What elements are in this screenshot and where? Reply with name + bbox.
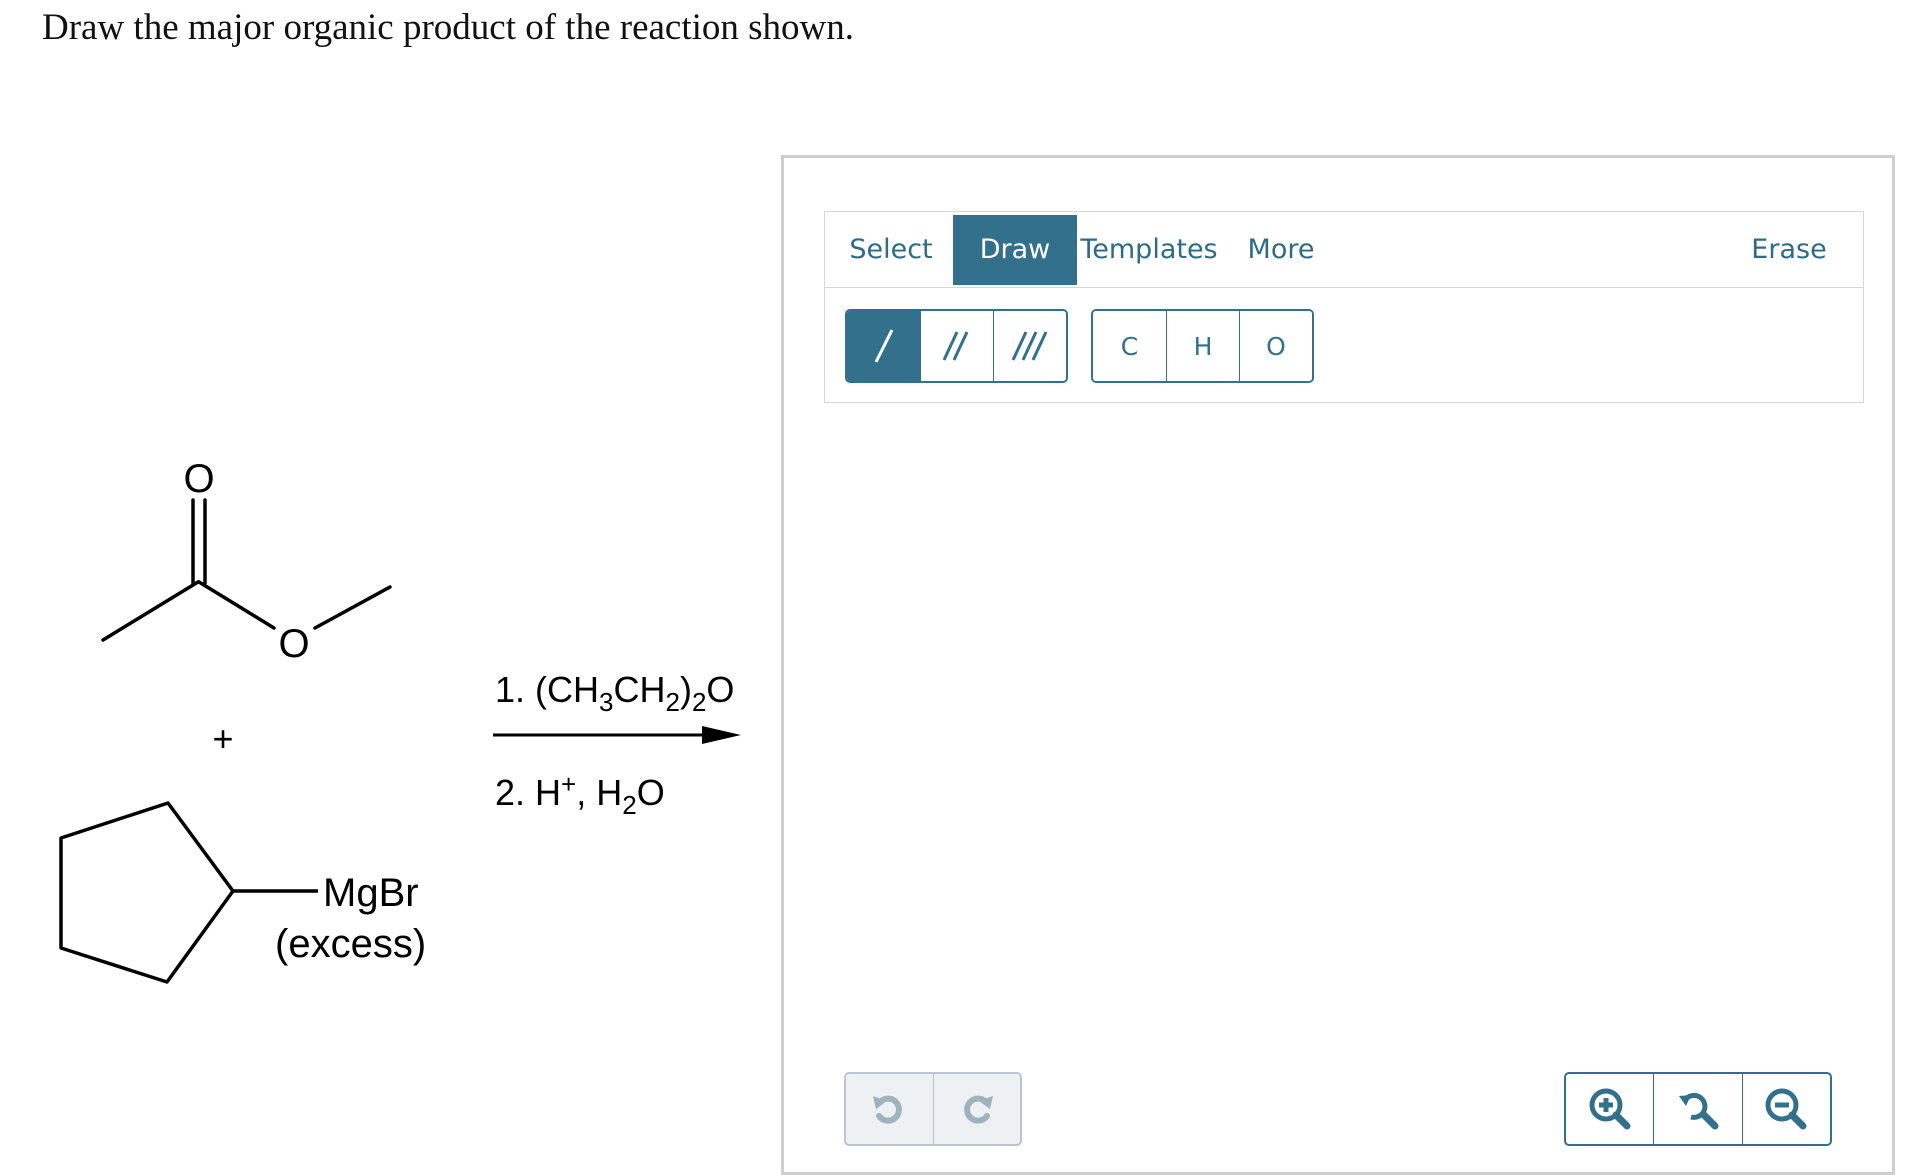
history-tool-group: [844, 1072, 1022, 1146]
triple-bond-button[interactable]: [993, 311, 1066, 381]
bond-c-o-ester: [197, 580, 276, 630]
triple-bond-icon: [1011, 331, 1048, 361]
reaction-arrow-head: [702, 726, 741, 744]
atom-oxygen-label: O: [1266, 331, 1286, 361]
erase-button[interactable]: Erase: [1731, 215, 1847, 285]
atom-carbon-button[interactable]: C: [1093, 311, 1166, 381]
excess-label: (excess): [275, 922, 426, 966]
drawing-editor[interactable]: Select Draw Templates More Erase C H O: [781, 155, 1895, 1175]
tab-select[interactable]: Select: [829, 215, 953, 285]
redo-button[interactable]: [932, 1074, 1021, 1144]
bond-ch3-carbonyl: [101, 580, 200, 642]
methyl-acetate-structure: [101, 498, 392, 642]
mgbr-label: MgBr: [323, 871, 419, 915]
atom-oxygen-button[interactable]: O: [1239, 311, 1312, 381]
ester-oxygen-label: O: [278, 622, 309, 666]
zoom-out-button[interactable]: [1741, 1074, 1830, 1144]
step-2-reagent: 2. H+, H2O: [495, 769, 665, 820]
bond-tool-group: [845, 309, 1068, 383]
tab-more[interactable]: More: [1231, 215, 1331, 285]
tab-templates[interactable]: Templates: [1079, 215, 1219, 285]
double-bond-button[interactable]: [920, 311, 993, 381]
editor-tabs: Select Draw Templates More Erase: [825, 212, 1863, 288]
zoom-reset-button[interactable]: [1653, 1074, 1741, 1144]
undo-button[interactable]: [846, 1074, 933, 1144]
atom-hydrogen-button[interactable]: H: [1166, 311, 1239, 381]
atom-tool-group: C H O: [1091, 309, 1314, 383]
tab-draw[interactable]: Draw: [953, 215, 1077, 285]
carbonyl-oxygen-label: O: [183, 457, 214, 501]
single-bond-button[interactable]: [847, 311, 920, 381]
single-bond-icon: [874, 329, 893, 363]
plus-sign: +: [212, 718, 233, 759]
zoom-in-button[interactable]: [1566, 1074, 1653, 1144]
undo-icon: [873, 1095, 903, 1124]
cyclopentane-ring: [59, 801, 235, 984]
zoom-tool-group: [1564, 1072, 1832, 1146]
double-bond-icon: [942, 331, 969, 361]
atom-carbon-label: C: [1120, 331, 1139, 361]
step-1-reagent: 1. (CH3CH2)2O: [495, 669, 734, 717]
zoom-out-icon: [1765, 1088, 1807, 1130]
zoom-reset-icon: [1678, 1092, 1719, 1130]
atom-hydrogen-label: H: [1193, 331, 1213, 361]
zoom-in-icon: [1589, 1088, 1631, 1130]
editor-toolbar: Select Draw Templates More Erase C H O: [824, 211, 1864, 403]
bond-o-ch3: [313, 585, 392, 630]
redo-icon: [963, 1095, 993, 1124]
reaction-scheme: O O + MgBr (excess) 1. (CH3CH2)2O 2. H+,…: [59, 457, 741, 984]
